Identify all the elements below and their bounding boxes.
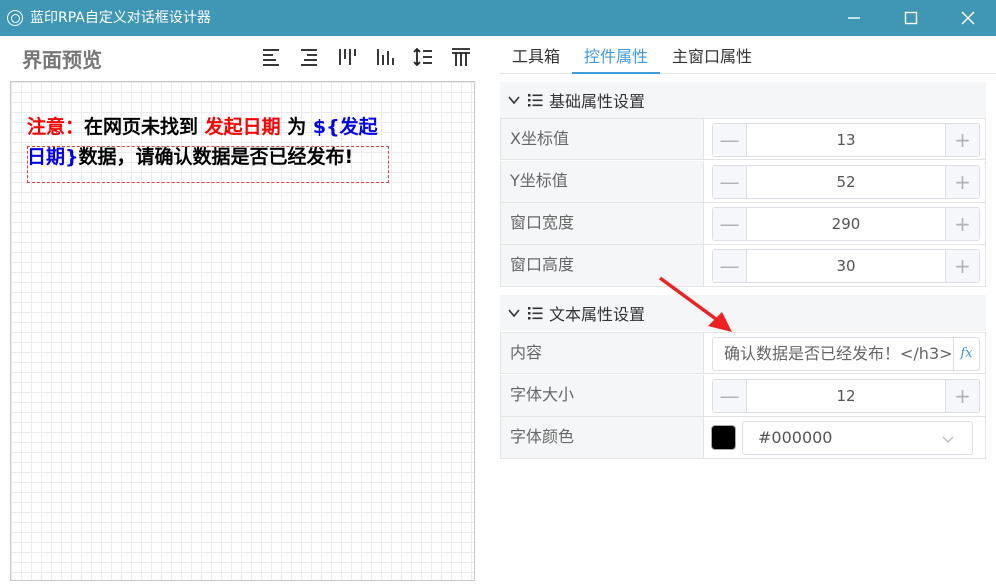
minimize-button[interactable] bbox=[826, 0, 882, 36]
property-row-height: 窗口高度 — 30 + bbox=[500, 245, 986, 287]
title-bar: 蓝印RPA自定义对话框设计器 bbox=[0, 0, 996, 36]
x-label: X坐标值 bbox=[501, 119, 704, 159]
align-bottom-icon bbox=[377, 49, 394, 65]
maximize-icon bbox=[904, 11, 918, 25]
y-value[interactable]: 52 bbox=[747, 166, 945, 198]
x-decrement-button[interactable]: — bbox=[713, 124, 747, 156]
property-row-width: 窗口宽度 — 290 + bbox=[500, 203, 986, 245]
preview-canvas[interactable]: 注意：在网页未找到 发起日期 为 ${发起日期}数据，请确认数据是否已经发布! bbox=[10, 81, 475, 581]
content-input[interactable]: 确认数据是否已经发布！</h3> fx bbox=[712, 337, 980, 371]
property-row-font-size: 字体大小 — 12 + bbox=[500, 375, 986, 417]
close-icon bbox=[961, 11, 975, 25]
same-height-button[interactable] bbox=[410, 45, 436, 69]
height-increment-button[interactable]: + bbox=[945, 250, 979, 282]
fx-expression-button[interactable]: fx bbox=[953, 338, 979, 370]
width-decrement-button[interactable]: — bbox=[713, 208, 747, 240]
width-label: 窗口宽度 bbox=[501, 203, 704, 244]
align-right-button[interactable] bbox=[296, 45, 322, 69]
tab-toolbox[interactable]: 工具箱 bbox=[500, 40, 572, 74]
font-size-stepper[interactable]: — 12 + bbox=[712, 379, 980, 413]
font-size-value[interactable]: 12 bbox=[747, 380, 945, 412]
tab-control-properties[interactable]: 控件属性 bbox=[572, 40, 661, 74]
list-icon bbox=[528, 307, 543, 320]
chevron-down-icon bbox=[508, 96, 520, 105]
height-stepper[interactable]: — 30 + bbox=[712, 249, 980, 283]
align-toolbar bbox=[258, 45, 474, 69]
width-stepper[interactable]: — 290 + bbox=[712, 207, 980, 241]
property-tabs: 工具箱 控件属性 主窗口属性 bbox=[500, 40, 996, 74]
y-label: Y坐标值 bbox=[501, 161, 704, 202]
canvas-text-segment: 为 bbox=[280, 116, 313, 138]
text-section-title: 文本属性设置 bbox=[549, 305, 646, 324]
width-increment-button[interactable]: + bbox=[945, 208, 979, 240]
basic-section-header[interactable]: 基础属性设置 bbox=[500, 82, 986, 118]
tab-main-window-properties[interactable]: 主窗口属性 bbox=[660, 40, 764, 74]
align-top-icon bbox=[339, 49, 356, 65]
x-increment-button[interactable]: + bbox=[945, 124, 979, 156]
canvas-notice-prefix: 注意： bbox=[27, 116, 85, 138]
selection-box[interactable] bbox=[27, 146, 389, 183]
x-stepper[interactable]: — 13 + bbox=[712, 123, 980, 157]
height-value[interactable]: 30 bbox=[747, 250, 945, 282]
y-decrement-button[interactable]: — bbox=[713, 166, 747, 198]
list-icon bbox=[528, 94, 543, 107]
property-row-font-color: 字体颜色 #000000 bbox=[500, 417, 986, 459]
font-color-swatch[interactable] bbox=[711, 425, 736, 450]
close-button[interactable] bbox=[940, 0, 996, 36]
font-color-select[interactable]: #000000 bbox=[742, 421, 973, 455]
canvas-field-name: 发起日期 bbox=[204, 116, 281, 138]
align-right-icon bbox=[301, 49, 317, 66]
font-color-value: #000000 bbox=[758, 428, 833, 447]
maximize-button[interactable] bbox=[883, 0, 939, 36]
property-row-y: Y坐标值 — 52 + bbox=[500, 161, 986, 203]
minimize-icon bbox=[848, 17, 860, 19]
distribute-vertical-icon bbox=[452, 48, 470, 66]
text-section-header[interactable]: 文本属性设置 bbox=[500, 295, 986, 331]
x-value[interactable]: 13 bbox=[747, 124, 945, 156]
align-left-button[interactable] bbox=[258, 45, 284, 69]
distribute-vertical-button[interactable] bbox=[448, 45, 474, 69]
basic-section-title: 基础属性设置 bbox=[549, 92, 646, 111]
property-row-content: 内容 确认数据是否已经发布！</h3> fx bbox=[500, 332, 986, 374]
y-increment-button[interactable]: + bbox=[945, 166, 979, 198]
font-color-label: 字体颜色 bbox=[501, 417, 704, 458]
y-stepper[interactable]: — 52 + bbox=[712, 165, 980, 199]
content-value[interactable]: 确认数据是否已经发布！</h3> bbox=[713, 338, 953, 370]
font-size-increment-button[interactable]: + bbox=[945, 380, 979, 412]
property-row-x: X坐标值 — 13 + bbox=[500, 118, 986, 160]
font-size-decrement-button[interactable]: — bbox=[713, 380, 747, 412]
window-title: 蓝印RPA自定义对话框设计器 bbox=[30, 10, 211, 26]
align-top-button[interactable] bbox=[334, 45, 360, 69]
canvas-text-segment: 在网页未找到 bbox=[84, 116, 205, 138]
same-height-icon bbox=[413, 47, 432, 67]
app-logo-icon bbox=[7, 10, 23, 26]
chevron-down-icon bbox=[508, 309, 520, 318]
align-left-icon bbox=[263, 49, 279, 66]
annotation-arrow-icon bbox=[658, 276, 732, 332]
font-size-label: 字体大小 bbox=[501, 375, 704, 416]
align-bottom-button[interactable] bbox=[372, 45, 398, 69]
width-value[interactable]: 290 bbox=[747, 208, 945, 240]
preview-title: 界面预览 bbox=[22, 48, 102, 72]
chevron-down-icon bbox=[942, 436, 954, 443]
